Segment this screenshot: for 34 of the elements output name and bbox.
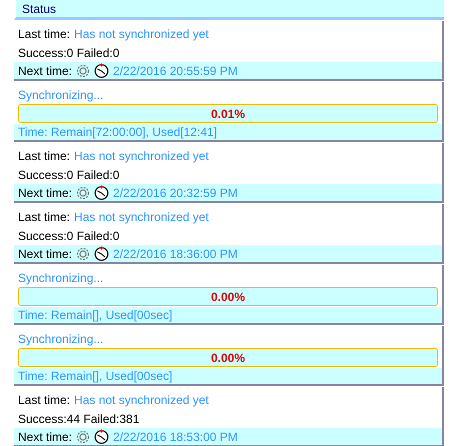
counts-text: Success:0 Failed:0 xyxy=(18,44,120,62)
last-time-value: Has not synchronized yet xyxy=(74,392,209,408)
time-text: Time: Remain[], Used[00sec] xyxy=(18,368,172,385)
last-time-value: Has not synchronized yet xyxy=(74,148,209,164)
time-text: Time: Remain[], Used[00sec] xyxy=(18,307,172,324)
last-time-label: Last time: xyxy=(18,208,70,226)
sync-status: Synchronizing... xyxy=(18,86,104,104)
clock-icon xyxy=(94,185,110,200)
next-time-label: Next time: xyxy=(18,246,72,262)
last-time-label: Last time: xyxy=(18,26,70,42)
gear-icon xyxy=(76,186,90,200)
gear-icon xyxy=(76,430,90,444)
last-time-value: Has not synchronized yet xyxy=(74,208,209,226)
last-time-label: Last time: xyxy=(18,148,70,164)
next-time-label: Next time: xyxy=(18,184,72,202)
next-time-value: 2/22/2016 20:32:59 PM xyxy=(113,184,238,202)
last-time-value: Has not synchronized yet xyxy=(74,26,209,42)
header-title: Status xyxy=(22,0,56,18)
gear-icon xyxy=(76,246,90,260)
last-time-label: Last time: xyxy=(18,392,70,408)
next-time-value: 2/22/2016 18:53:00 PM xyxy=(113,428,238,446)
next-time-label: Next time: xyxy=(18,62,72,80)
gear-icon xyxy=(76,64,90,78)
clock-icon xyxy=(94,246,110,261)
next-time-value: 2/22/2016 18:36:00 PM xyxy=(113,246,238,262)
next-time-value: 2/22/2016 20:55:59 PM xyxy=(113,62,238,80)
time-text: Time: Remain[72:00:00], Used[12:41] xyxy=(18,124,217,141)
sync-status: Synchronizing... xyxy=(18,330,104,348)
counts-text: Success:0 Failed:0 xyxy=(18,166,120,184)
counts-text: Success:0 Failed:0 xyxy=(18,228,120,244)
counts-text: Success:44 Failed:381 xyxy=(18,410,140,428)
clock-icon xyxy=(94,63,110,78)
sync-status: Synchronizing... xyxy=(18,270,104,286)
next-time-label: Next time: xyxy=(18,428,72,446)
